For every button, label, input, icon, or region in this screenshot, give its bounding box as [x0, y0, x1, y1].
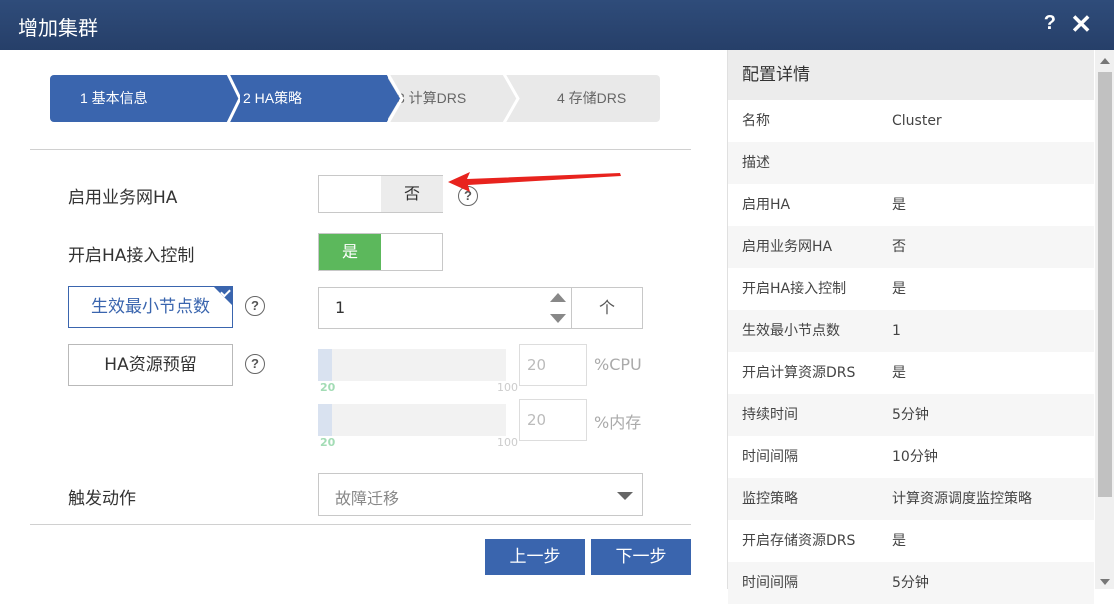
min-nodes-unit: 个	[571, 287, 643, 329]
close-icon[interactable]: ✕	[1070, 9, 1092, 40]
scroll-up-icon[interactable]	[1100, 58, 1110, 64]
detail-value: 是	[892, 281, 906, 297]
detail-value: 5分钟	[892, 407, 929, 423]
business-ha-label: 启用业务网HA	[68, 188, 178, 208]
detail-key: 启用业务网HA	[742, 239, 833, 255]
detail-key: 时间间隔	[742, 449, 798, 465]
slider-fill	[318, 404, 332, 436]
detail-value: 是	[892, 197, 906, 213]
step-label: 2 HA策略	[243, 90, 303, 106]
step-separator	[226, 75, 240, 122]
detail-key: 启用HA	[742, 197, 791, 213]
detail-value: 1	[892, 323, 901, 339]
business-ha-toggle[interactable]: 否	[318, 175, 443, 213]
step-wizard: 1 基本信息 2 HA策略 3 计算DRS 4 存储DRS	[50, 75, 660, 122]
detail-value: 10分钟	[892, 449, 938, 465]
mem-unit-label: %内存	[594, 413, 642, 432]
trigger-action-value: 故障迁移	[335, 489, 400, 508]
trigger-action-select[interactable]: 故障迁移	[318, 473, 643, 516]
spinner-up-icon[interactable]	[550, 293, 566, 302]
min-nodes-label: 生效最小节点数	[91, 297, 210, 317]
top-divider	[30, 149, 691, 150]
slider-min: 20	[320, 436, 336, 449]
detail-key: 时间间隔	[742, 575, 798, 591]
mem-reserve-input[interactable]: 20	[519, 399, 587, 441]
scroll-down-icon[interactable]	[1100, 579, 1110, 585]
toggle-off-label: 否	[381, 176, 443, 212]
min-nodes-input[interactable]: 1	[318, 287, 572, 329]
min-nodes-option[interactable]: 生效最小节点数	[68, 286, 233, 328]
prev-button[interactable]: 上一步	[485, 539, 585, 575]
detail-row: 时间间隔 10分钟	[728, 436, 1094, 478]
panel-scrollbar[interactable]	[1095, 50, 1114, 589]
detail-value: 计算资源调度监控策略	[892, 491, 1032, 507]
dropdown-caret-icon	[617, 492, 633, 500]
cpu-reserve-slider[interactable]: 20 100	[318, 349, 518, 394]
detail-value: 5分钟	[892, 575, 929, 591]
detail-value: Cluster	[892, 113, 942, 129]
mem-reserve-slider[interactable]: 20 100	[318, 404, 518, 449]
cpu-reserve-input[interactable]: 20	[519, 344, 587, 386]
detail-key: 监控策略	[742, 491, 798, 507]
detail-key: 开启计算资源DRS	[742, 365, 856, 381]
ha-reserve-label: HA资源预留	[104, 355, 197, 375]
detail-row: 描述	[728, 142, 1094, 184]
detail-key: 开启HA接入控制	[742, 281, 847, 297]
detail-row: 持续时间 5分钟	[728, 394, 1094, 436]
spinner-down-icon[interactable]	[550, 314, 566, 323]
bottom-divider	[30, 524, 691, 525]
ha-reserve-option[interactable]: HA资源预留	[68, 344, 233, 386]
help-icon[interactable]: ?	[1044, 12, 1056, 35]
next-button[interactable]: 下一步	[591, 539, 691, 575]
slider-fill	[318, 349, 332, 381]
detail-key: 开启存储资源DRS	[742, 533, 856, 549]
detail-row: 生效最小节点数 1	[728, 310, 1094, 352]
detail-value: 否	[892, 239, 906, 255]
detail-value: 是	[892, 365, 906, 381]
slider-max: 100	[497, 381, 518, 394]
detail-key: 生效最小节点数	[742, 323, 840, 339]
detail-row: 时间间隔 5分钟	[728, 562, 1094, 604]
ha-admission-toggle[interactable]: 是	[318, 233, 443, 271]
trigger-action-label: 触发动作	[68, 489, 136, 509]
detail-row: 开启存储资源DRS 是	[728, 520, 1094, 562]
ha-admission-label: 开启HA接入控制	[68, 246, 195, 266]
scroll-thumb[interactable]	[1098, 72, 1112, 497]
detail-row: 启用HA 是	[728, 184, 1094, 226]
config-details-panel: 配置详情 名称 Cluster 描述 启用HA 是启用业务网HA 否开启HA接入控制是生效…	[727, 50, 1114, 604]
step-label: 4 存储DRS	[557, 90, 627, 106]
slider-min: 20	[320, 381, 336, 394]
detail-value: 是	[892, 533, 906, 549]
detail-key: 持续时间	[742, 407, 798, 423]
step-separator	[336, 75, 404, 122]
check-corner-icon	[214, 287, 232, 305]
cpu-unit-label: %CPU	[594, 355, 642, 374]
question-icon[interactable]: ?	[245, 296, 265, 316]
step-separator	[502, 75, 520, 122]
config-details-title: 配置详情	[728, 50, 1094, 100]
step-storage-drs[interactable]: 4 存储DRS	[553, 75, 660, 122]
toggle-on-label: 是	[319, 234, 381, 270]
detail-row: 开启HA接入控制 是	[728, 268, 1094, 310]
detail-row: 监控策略 计算资源调度监控策略	[728, 478, 1094, 520]
detail-row: 开启计算资源DRS 是	[728, 352, 1094, 394]
detail-row: 名称 Cluster	[728, 100, 1094, 142]
detail-row: 启用业务网HA 否	[728, 226, 1094, 268]
dialog-title: 增加集群	[18, 16, 98, 40]
detail-key: 名称	[742, 113, 770, 129]
detail-key: 描述	[742, 155, 770, 171]
step-label: 1 基本信息	[80, 90, 148, 106]
annotation-arrow	[448, 172, 621, 192]
min-nodes-value: 1	[335, 298, 346, 317]
slider-max: 100	[497, 436, 518, 449]
question-icon[interactable]: ?	[245, 354, 265, 374]
dialog-title-bar: 增加集群 ? ✕	[0, 0, 1114, 50]
